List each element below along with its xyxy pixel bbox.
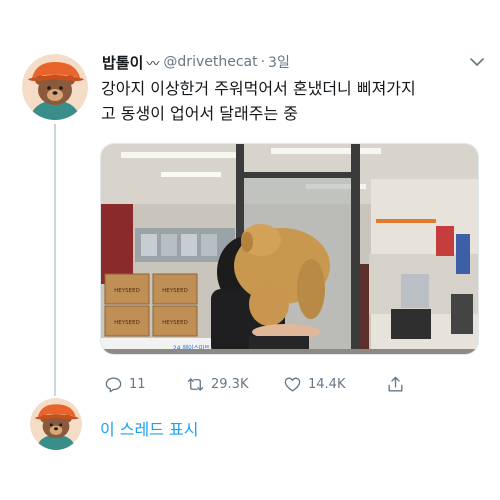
box-label: HEYSEED (162, 320, 188, 326)
retweet-icon (187, 377, 204, 391)
like-count: 14.4K (308, 376, 346, 392)
user-handle[interactable]: @drivethecat (163, 54, 257, 70)
share-icon (388, 376, 403, 392)
share-button[interactable] (386, 375, 411, 394)
tweet-photo[interactable]: HEYSEED HEYSEED HEYSEED HEYSEED 24 에이스마트… (100, 143, 479, 355)
heart-icon (284, 376, 301, 392)
thread-connector-line (54, 124, 56, 396)
avatar[interactable] (30, 398, 82, 450)
display-name[interactable]: 밥톨이 (102, 52, 143, 73)
reply-icon (105, 376, 122, 392)
show-thread-link[interactable]: 이 스레드 표시 (100, 416, 199, 440)
avatar[interactable] (22, 54, 88, 120)
chevron-down-icon[interactable] (468, 53, 486, 71)
separator-dot: · (260, 54, 266, 70)
tweet-text: 강아지 이상한거 주워먹어서 혼냈더니 삐져가지 고 동생이 업어서 달래주는 … (101, 79, 416, 123)
retweet-count: 29.3K (211, 376, 249, 392)
tweet-timestamp[interactable]: 3일 (268, 52, 290, 72)
name-emoji: 〰 (146, 56, 160, 72)
box-label: HEYSEED (162, 288, 188, 294)
tweet-actions: 11 29.3K 14.4K (104, 372, 434, 396)
bear-with-hat-avatar-icon (22, 54, 88, 120)
box-label: HEYSEED (114, 288, 140, 294)
reply-button[interactable]: 11 (104, 375, 186, 394)
reply-count: 11 (129, 376, 146, 392)
box-label: HEYSEED (114, 320, 140, 326)
tweet-header: 밥톨이 〰 @drivethecat · 3일 (102, 51, 486, 73)
retweet-button[interactable]: 29.3K (186, 375, 283, 394)
like-button[interactable]: 14.4K (283, 375, 386, 394)
bear-with-hat-avatar-icon (30, 398, 82, 450)
